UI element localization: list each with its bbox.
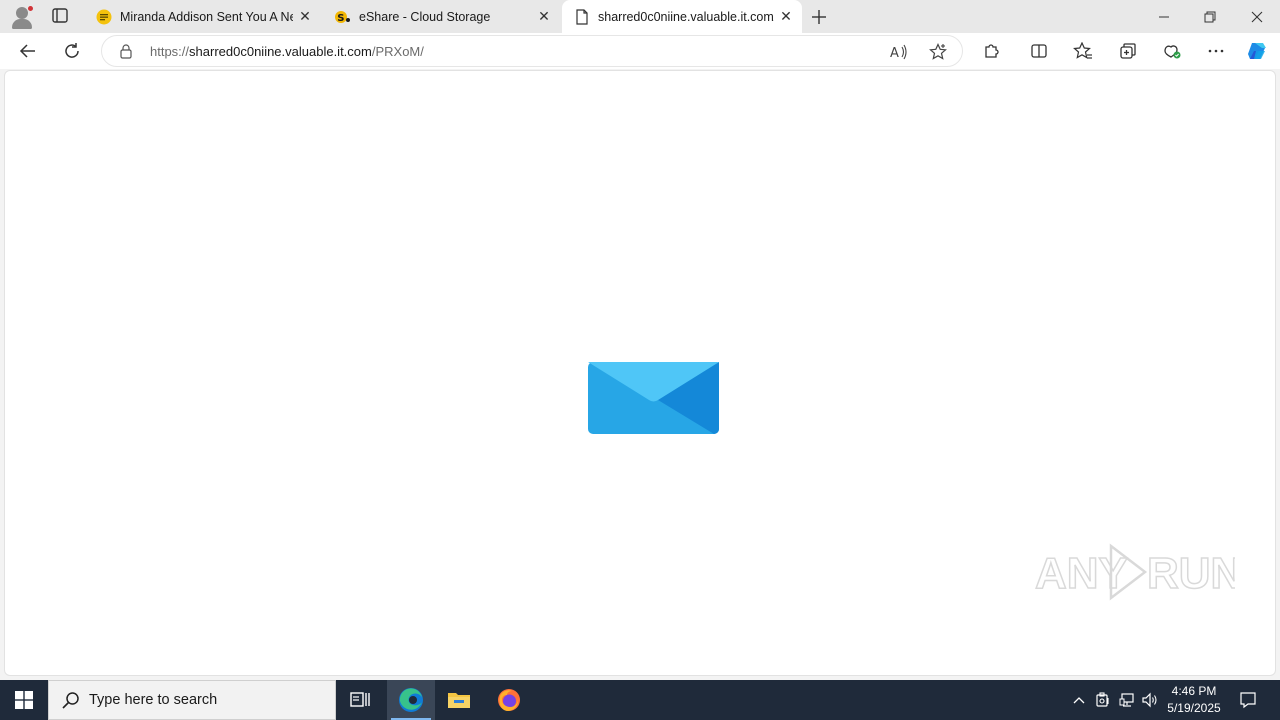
watermark-any-text: ANY	[1035, 549, 1128, 598]
tab-title: eShare - Cloud Storage	[359, 9, 491, 24]
watermark-run-text: RUN	[1147, 549, 1235, 598]
clock-time: 4:46 PM	[1171, 684, 1217, 698]
svg-text:A: A	[890, 46, 899, 60]
tab-strip: Miranda Addison Sent You A New ✕ S eShar…	[0, 0, 1280, 33]
address-url[interactable]: https://sharred0c0niine.valuable.it.com/…	[150, 44, 424, 59]
new-tab-plus-icon[interactable]	[806, 4, 832, 30]
show-hidden-icons-chevron-icon[interactable]	[1068, 680, 1090, 720]
browser-essentials-icon[interactable]	[1157, 37, 1187, 65]
tab-title: sharred0c0niine.valuable.it.com/	[598, 9, 774, 24]
copilot-icon[interactable]	[1243, 37, 1273, 65]
tab-miranda[interactable]: Miranda Addison Sent You A New ✕	[84, 0, 321, 33]
close-tab-icon[interactable]: ✕	[293, 5, 317, 29]
windows-start-icon[interactable]	[0, 680, 48, 720]
read-aloud-icon[interactable]: A	[886, 40, 912, 64]
tab-eshare[interactable]: S eShare - Cloud Storage ✕	[323, 0, 560, 33]
tab-actions-icon[interactable]	[48, 5, 72, 27]
extensions-icon[interactable]	[976, 37, 1006, 65]
notes-icon	[96, 9, 112, 25]
meet-now-icon[interactable]	[1092, 680, 1114, 720]
close-tab-icon[interactable]: ✕	[532, 5, 556, 29]
minimize-window-icon[interactable]	[1141, 0, 1187, 33]
svg-text:S: S	[337, 13, 344, 24]
url-path: /PRXoM/	[371, 44, 424, 59]
windows-taskbar: Type here to search 4:46 PM 5/19/2025	[0, 680, 1280, 720]
tab-title: Miranda Addison Sent You A New	[120, 9, 293, 24]
restore-window-icon[interactable]	[1187, 0, 1233, 33]
more-options-icon[interactable]	[1201, 37, 1231, 65]
add-favorite-star-icon[interactable]	[925, 40, 951, 64]
file-explorer-icon[interactable]	[435, 680, 483, 720]
collections-icon[interactable]	[1113, 37, 1143, 65]
profile-avatar-icon[interactable]	[9, 4, 35, 30]
network-icon[interactable]	[1116, 680, 1138, 720]
taskbar-search-box[interactable]: Type here to search	[48, 680, 336, 720]
close-window-icon[interactable]	[1234, 0, 1280, 33]
task-view-icon[interactable]	[336, 680, 384, 720]
refresh-icon[interactable]	[57, 37, 87, 65]
notifications-icon[interactable]	[1234, 680, 1262, 720]
back-arrow-icon[interactable]	[13, 37, 43, 65]
taskbar-clock[interactable]: 4:46 PM 5/19/2025	[1164, 683, 1224, 717]
address-bar[interactable]: https://sharred0c0niine.valuable.it.com/…	[101, 35, 963, 67]
url-host: sharred0c0niine.valuable.it.com	[189, 44, 372, 59]
notification-dot	[27, 5, 34, 12]
lock-icon[interactable]	[118, 43, 134, 59]
favorites-list-icon[interactable]	[1068, 37, 1098, 65]
eshare-icon: S	[335, 9, 351, 25]
anyrun-watermark: ANY RUN	[1034, 540, 1243, 604]
split-screen-icon[interactable]	[1024, 37, 1054, 65]
page-icon	[574, 8, 590, 25]
clock-date: 5/19/2025	[1167, 701, 1221, 715]
tab-active-sharred[interactable]: sharred0c0niine.valuable.it.com/ ✕	[562, 0, 802, 33]
firefox-icon[interactable]	[485, 680, 533, 720]
edge-browser-icon[interactable]	[387, 680, 435, 720]
search-icon	[61, 690, 81, 710]
envelope-icon	[588, 362, 719, 434]
close-tab-icon[interactable]: ✕	[774, 5, 798, 29]
search-placeholder: Type here to search	[89, 692, 218, 708]
url-scheme: https://	[150, 44, 190, 59]
volume-icon[interactable]	[1140, 680, 1162, 720]
